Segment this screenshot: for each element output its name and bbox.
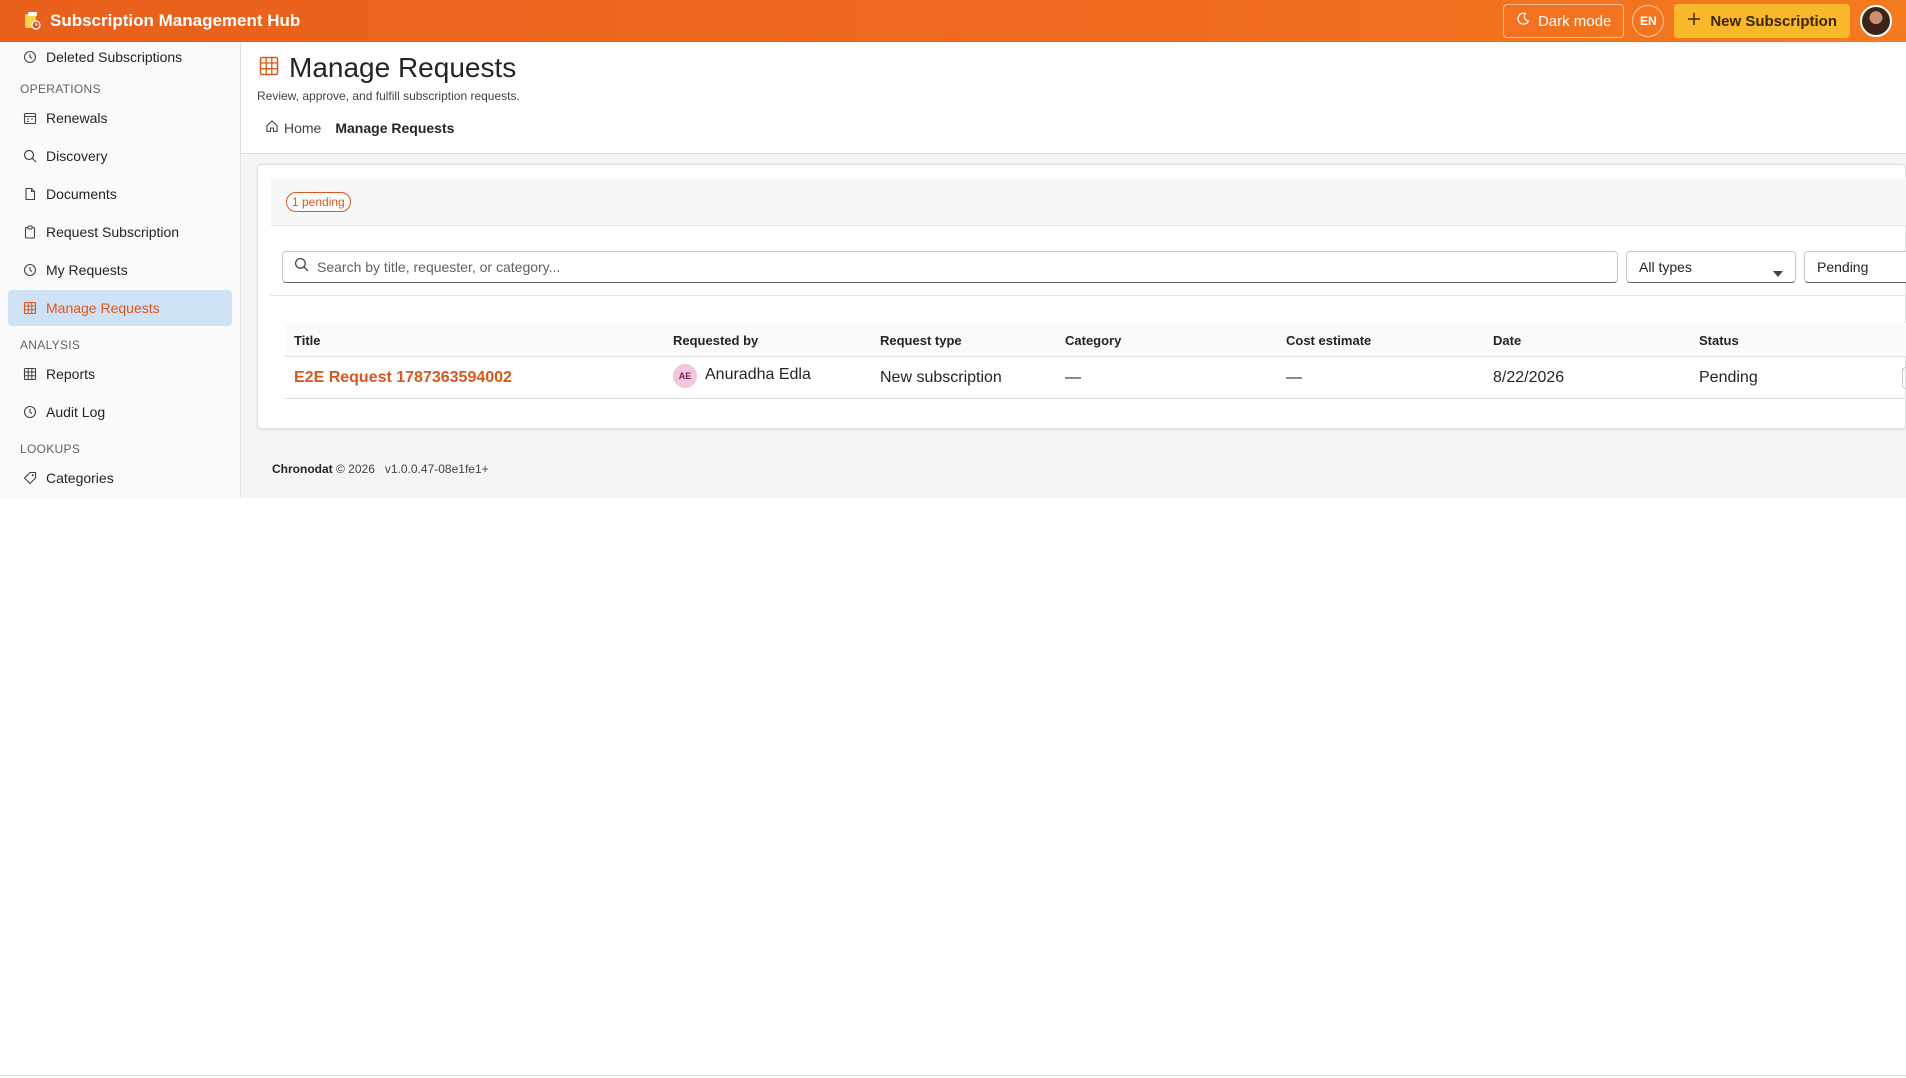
section-operations: OPERATIONS: [20, 82, 101, 96]
language-label: EN: [1639, 14, 1657, 28]
search-input[interactable]: [317, 259, 1597, 275]
sidebar-item-label: Deleted Subscriptions: [46, 49, 183, 65]
column-requested-by[interactable]: Requested by: [673, 333, 758, 348]
footer-copyright: © 2026: [336, 462, 375, 476]
sidebar-item-request-subscription[interactable]: Request Subscription: [8, 214, 232, 250]
table-header: Title Requested by Request type Category…: [285, 323, 1906, 357]
document-icon: [22, 186, 38, 202]
divider: [0, 1075, 1906, 1076]
top-bar: Subscription Management Hub Dark mode EN…: [0, 0, 1906, 42]
sidebar: Deleted Subscriptions OPERATIONS Renewal…: [0, 42, 241, 498]
table-icon: [259, 56, 279, 81]
column-cost-estimate[interactable]: Cost estimate: [1286, 333, 1371, 348]
app-logo-icon: [22, 11, 42, 31]
breadcrumb: Home Manage Requests: [265, 119, 454, 136]
requester-name: Anuradha Edla: [705, 366, 811, 383]
section-lookups: LOOKUPS: [20, 442, 81, 456]
sidebar-item-label: My Requests: [46, 262, 128, 278]
sidebar-item-audit-log[interactable]: Audit Log: [8, 394, 232, 430]
sidebar-item-label: Audit Log: [46, 404, 106, 420]
sidebar-item-label: Documents: [46, 186, 117, 202]
moon-icon: [1516, 12, 1530, 30]
page-header: Manage Requests Review, approve, and ful…: [241, 42, 1906, 154]
request-type-cell: New subscription: [880, 369, 1002, 386]
sidebar-item-discovery[interactable]: Discovery: [8, 138, 232, 174]
page-subtitle: Review, approve, and fulfill subscriptio…: [257, 89, 520, 103]
breadcrumb-home-label: Home: [284, 119, 322, 136]
user-avatar[interactable]: [1860, 5, 1892, 37]
column-date[interactable]: Date: [1493, 333, 1521, 348]
history-icon: [22, 404, 38, 420]
sidebar-item-label: Manage Requests: [46, 300, 160, 316]
sidebar-item-label: Reports: [46, 366, 96, 382]
sidebar-item-documents[interactable]: Documents: [8, 176, 232, 212]
column-category[interactable]: Category: [1065, 333, 1121, 348]
footer-version: v1.0.0.47-08e1fe1+: [384, 462, 489, 476]
clipboard-icon: [22, 224, 38, 240]
request-type-select[interactable]: All types: [1626, 251, 1796, 283]
column-status[interactable]: Status: [1699, 333, 1739, 348]
section-analysis: ANALYSIS: [20, 338, 81, 352]
row-action-button[interactable]: [1902, 367, 1906, 389]
sidebar-item-renewals[interactable]: Renewals: [8, 100, 232, 136]
dark-mode-label: Dark mode: [1537, 12, 1612, 30]
page-title: Manage Requests: [289, 52, 517, 83]
caret-down-icon: [1773, 264, 1783, 280]
language-button[interactable]: EN: [1632, 5, 1665, 37]
sidebar-item-manage-requests[interactable]: Manage Requests: [8, 290, 232, 326]
sidebar-item-label: Discovery: [46, 148, 108, 164]
history-icon: [22, 49, 38, 65]
search-icon: [294, 257, 309, 277]
pending-count-badge: 1 pending: [286, 192, 351, 212]
sidebar-item-my-requests[interactable]: My Requests: [8, 252, 232, 288]
card-header: [271, 178, 1906, 226]
dark-mode-button[interactable]: Dark mode: [1502, 4, 1625, 38]
date-cell: 8/22/2026: [1493, 369, 1565, 386]
footer-brand: Chronodat: [272, 462, 333, 476]
table-icon: [22, 366, 38, 382]
sidebar-item-reports[interactable]: Reports: [8, 356, 232, 392]
tag-icon: [22, 470, 38, 486]
status-cell: Pending: [1699, 369, 1758, 386]
status-select[interactable]: Pending: [1804, 251, 1906, 283]
breadcrumb-home[interactable]: Home: [265, 119, 321, 136]
status-value: Pending: [1817, 259, 1869, 275]
sidebar-item-deleted-subscriptions[interactable]: Deleted Subscriptions: [8, 39, 232, 75]
app-title: Subscription Management Hub: [50, 11, 301, 30]
plus-icon: [1687, 12, 1701, 30]
sidebar-item-categories[interactable]: Categories: [8, 460, 232, 496]
breadcrumb-current: Manage Requests: [335, 119, 455, 136]
table-icon: [22, 300, 38, 316]
category-cell: —: [1065, 369, 1081, 386]
request-type-value: All types: [1639, 259, 1692, 275]
sidebar-item-label: Categories: [46, 470, 114, 486]
table-row[interactable]: E2E Request 1787363594002 AE Anuradha Ed…: [285, 357, 1906, 399]
search-field[interactable]: [282, 251, 1618, 283]
calendar-icon: [22, 110, 38, 126]
request-title-link[interactable]: E2E Request 1787363594002: [294, 369, 512, 387]
new-subscription-label: New Subscription: [1710, 12, 1837, 30]
sidebar-item-label: Renewals: [46, 110, 108, 126]
column-request-type[interactable]: Request type: [880, 333, 962, 348]
history-icon: [22, 262, 38, 278]
brand[interactable]: Subscription Management Hub: [22, 11, 300, 31]
search-icon: [22, 148, 38, 164]
sidebar-item-label: Request Subscription: [46, 224, 180, 240]
footer: Chronodat © 2026 v1.0.0.47-08e1fe1+: [272, 462, 489, 476]
requester-avatar: AE: [673, 364, 697, 388]
column-title[interactable]: Title: [294, 333, 321, 348]
home-icon: [265, 119, 279, 136]
new-subscription-button[interactable]: New Subscription: [1674, 4, 1850, 38]
cost-estimate-cell: —: [1286, 369, 1302, 386]
